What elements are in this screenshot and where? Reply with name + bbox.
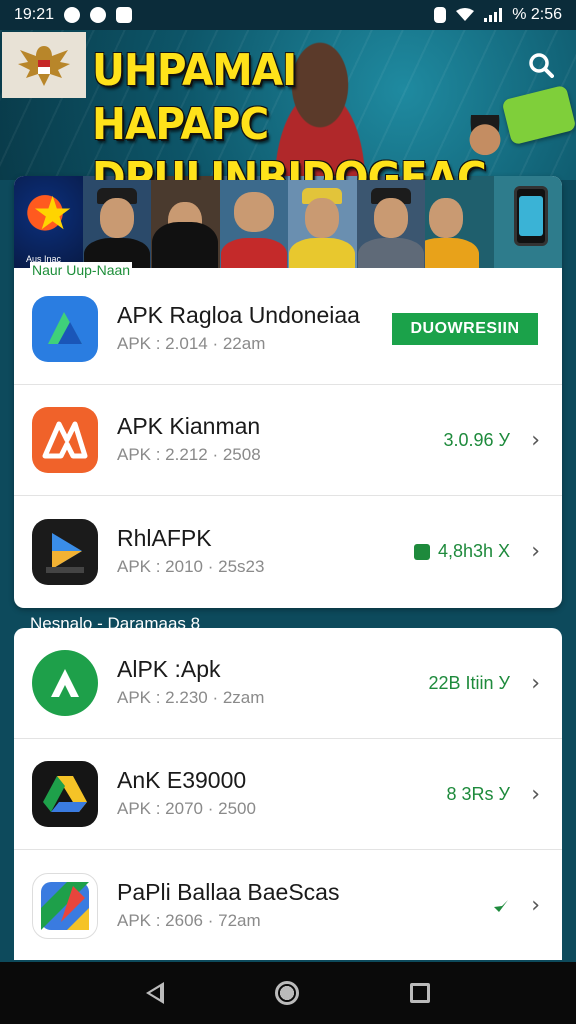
- app-row[interactable]: APK Ragloa Undoneiaa APK : 2.014 · 22am …: [14, 274, 562, 385]
- app-row[interactable]: AlPK :Apk APK : 2.230 · 2zam 22B Itiin У…: [14, 628, 562, 739]
- app-name: AlPK :Apk: [117, 656, 221, 682]
- photo-tile: [82, 176, 151, 268]
- promo-banner[interactable]: UHPAMAI HAPAPC DPULINBIDOGEAC: [0, 30, 576, 180]
- app-meta: APK : 2070 · 2500: [117, 799, 256, 818]
- recents-icon[interactable]: [410, 983, 431, 1003]
- status-time: 19:21: [14, 6, 55, 23]
- section-label: Naur Uup-Naan: [30, 262, 133, 278]
- chevron-right-icon[interactable]: ›: [531, 782, 540, 807]
- app-text: AnK E39000 APK : 2070 · 2500: [117, 766, 256, 822]
- app-stat-wrap: [492, 898, 510, 914]
- app-name: AnK E39000: [117, 767, 247, 793]
- app-stat: 8 3Rs У: [446, 783, 510, 804]
- app-name: APK Ragloa Undoneiaa: [117, 302, 360, 328]
- home-icon[interactable]: [274, 981, 299, 1005]
- photo-tile: [425, 176, 494, 268]
- photo-strip[interactable]: ★ Aus Inac: [14, 176, 562, 268]
- photo-tile: [219, 176, 288, 268]
- app-meta: APK : 2.212 · 2508: [117, 445, 261, 464]
- wifi-icon: [456, 8, 475, 21]
- apk-kinemaster-icon: [32, 407, 98, 473]
- app-row[interactable]: PaPli Ballaa BaeScas APK : 2606 · 72am ›: [14, 850, 562, 960]
- green-square-icon: [413, 543, 430, 560]
- app-stat: 3.0.96 У: [443, 429, 510, 450]
- app-name: RhlAFPK: [117, 524, 212, 551]
- app-list-card: ★ Aus Inac Naur Uup-Naan APK Ragloa Undo…: [14, 176, 562, 608]
- app-text: AlPK :Apk APK : 2.230 · 2zam: [117, 655, 264, 711]
- star-tile: ★ Aus Inac: [14, 176, 83, 268]
- app-name: PaPli Ballaa BaeScas: [117, 878, 340, 905]
- maps-icon: [32, 872, 98, 939]
- chevron-right-icon[interactable]: ›: [531, 428, 540, 453]
- banner-title-line2: DPULINBIDOGEAC: [92, 153, 487, 180]
- app-text: RhlAFPK APK : 2010 · 25s23: [117, 524, 264, 580]
- app-meta: APK : 2.014 · 22am: [117, 334, 266, 353]
- app-text: APK Kianman APK : 2.212 · 2508: [117, 412, 261, 468]
- status-battery-text: % 2:56: [512, 6, 562, 23]
- search-button[interactable]: [524, 48, 558, 82]
- app-row[interactable]: APK Kianman APK : 2.212 · 2508 3.0.96 У …: [14, 385, 562, 496]
- check-leaf-icon: [494, 899, 508, 912]
- app-stat: 22B Itiin У: [428, 672, 510, 693]
- drive-icon: [32, 761, 98, 827]
- phone-tile: [493, 176, 562, 268]
- signal-icon: [484, 8, 503, 22]
- app-text: PaPli Ballaa BaeScas APK : 2606 · 72am: [117, 878, 339, 934]
- garuda-emblem-icon: [2, 32, 86, 98]
- play-arrow-icon: [32, 518, 98, 585]
- back-icon[interactable]: [145, 982, 164, 1004]
- apk-arrow-icon: [32, 296, 98, 362]
- banner-title-line1: UHPAMAI HAPAPC: [92, 45, 297, 150]
- app-meta: APK : 2.230 · 2zam: [117, 688, 265, 707]
- chevron-right-icon[interactable]: ›: [531, 539, 540, 564]
- messenger-icon: [90, 7, 107, 23]
- status-bar: 19:21 % 2:56: [0, 0, 576, 30]
- app-stat-wrap: 4,8h3h X: [413, 541, 510, 562]
- star-icon: ★: [32, 187, 74, 239]
- banner-sticker: [501, 84, 576, 146]
- app-notification-icon: [116, 7, 133, 23]
- search-icon: [529, 53, 554, 78]
- photo-tile: [288, 176, 357, 268]
- chevron-right-icon[interactable]: ›: [531, 893, 540, 918]
- photo-tile: [356, 176, 425, 268]
- app-name: APK Kianman: [117, 413, 261, 439]
- chevron-right-icon[interactable]: ›: [531, 671, 540, 696]
- download-button[interactable]: DUOWRESIIN: [392, 313, 538, 345]
- app-meta: APK : 2010 · 25s23: [117, 556, 265, 576]
- notification-icon: [64, 7, 81, 23]
- banner-title: UHPAMAI HAPAPC DPULINBIDOGEAC: [92, 44, 487, 180]
- app-list-card-2: AlPK :Apk APK : 2.230 · 2zam 22B Itiin У…: [14, 628, 562, 960]
- nfc-icon: [434, 7, 447, 23]
- app-row[interactable]: RhlAFPK APK : 2010 · 25s23 4,8h3h X ›: [14, 496, 562, 607]
- apk-green-icon: [32, 650, 98, 716]
- photo-tile: [151, 176, 220, 268]
- app-meta: APK : 2606 · 72am: [117, 910, 261, 930]
- app-row[interactable]: AnK E39000 APK : 2070 · 2500 8 3Rs У ›: [14, 739, 562, 850]
- app-text: APK Ragloa Undoneiaa APK : 2.014 · 22am: [117, 301, 360, 357]
- system-nav-bar: [0, 962, 576, 1024]
- app-stat: 4,8h3h X: [437, 541, 510, 561]
